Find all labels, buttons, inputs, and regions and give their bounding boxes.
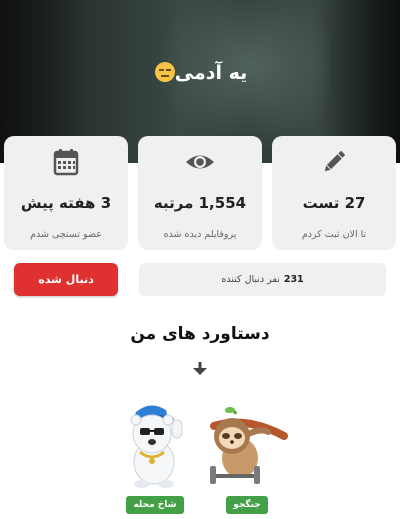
achievement-badge: شاخ محله	[126, 496, 184, 514]
stat-value: 3 هفته پیش	[20, 194, 112, 212]
stat-card-tests: 27 تست تا الان ثبت کردم	[272, 136, 396, 250]
achievement-badge: جنگجو	[226, 496, 268, 514]
stat-label: تا الان ثبت کردم	[301, 229, 367, 240]
unamused-face-emoji	[154, 62, 175, 82]
pencil-icon	[272, 148, 396, 176]
followers-label: نفر دنبال کننده	[221, 274, 280, 285]
follow-button[interactable]: دنبال شده	[14, 263, 118, 296]
profile-name-text: یه آدمی	[174, 62, 248, 84]
followers-count: 231	[283, 274, 304, 285]
polar-bear-rapper-icon	[130, 405, 183, 488]
stat-label: عضو تستچی شدم	[30, 229, 102, 240]
stat-card-views: 1,554 مرتبه پروفایلم دیده شده	[138, 136, 262, 250]
profile-name: یه آدمی	[0, 62, 400, 84]
stat-value: 27 تست	[302, 194, 366, 212]
calendar-icon	[4, 148, 128, 176]
achievements-title: دستاورد های من	[130, 324, 270, 344]
eye-icon	[138, 148, 262, 176]
stat-card-joined: 3 هفته پیش عضو تستچی شدم	[4, 136, 128, 250]
followers-count-box: 231 نفر دنبال کننده	[139, 263, 386, 296]
arrow-down-icon	[192, 361, 208, 380]
stat-value: 1,554 مرتبه	[153, 194, 247, 212]
sloth-weightlifting-icon	[210, 407, 288, 484]
achievement-warrior[interactable]: جنگجو	[202, 398, 292, 514]
stat-label: پروفایلم دیده شده	[163, 229, 237, 240]
achievement-neighborhood-star[interactable]: شاخ محله	[110, 398, 200, 514]
